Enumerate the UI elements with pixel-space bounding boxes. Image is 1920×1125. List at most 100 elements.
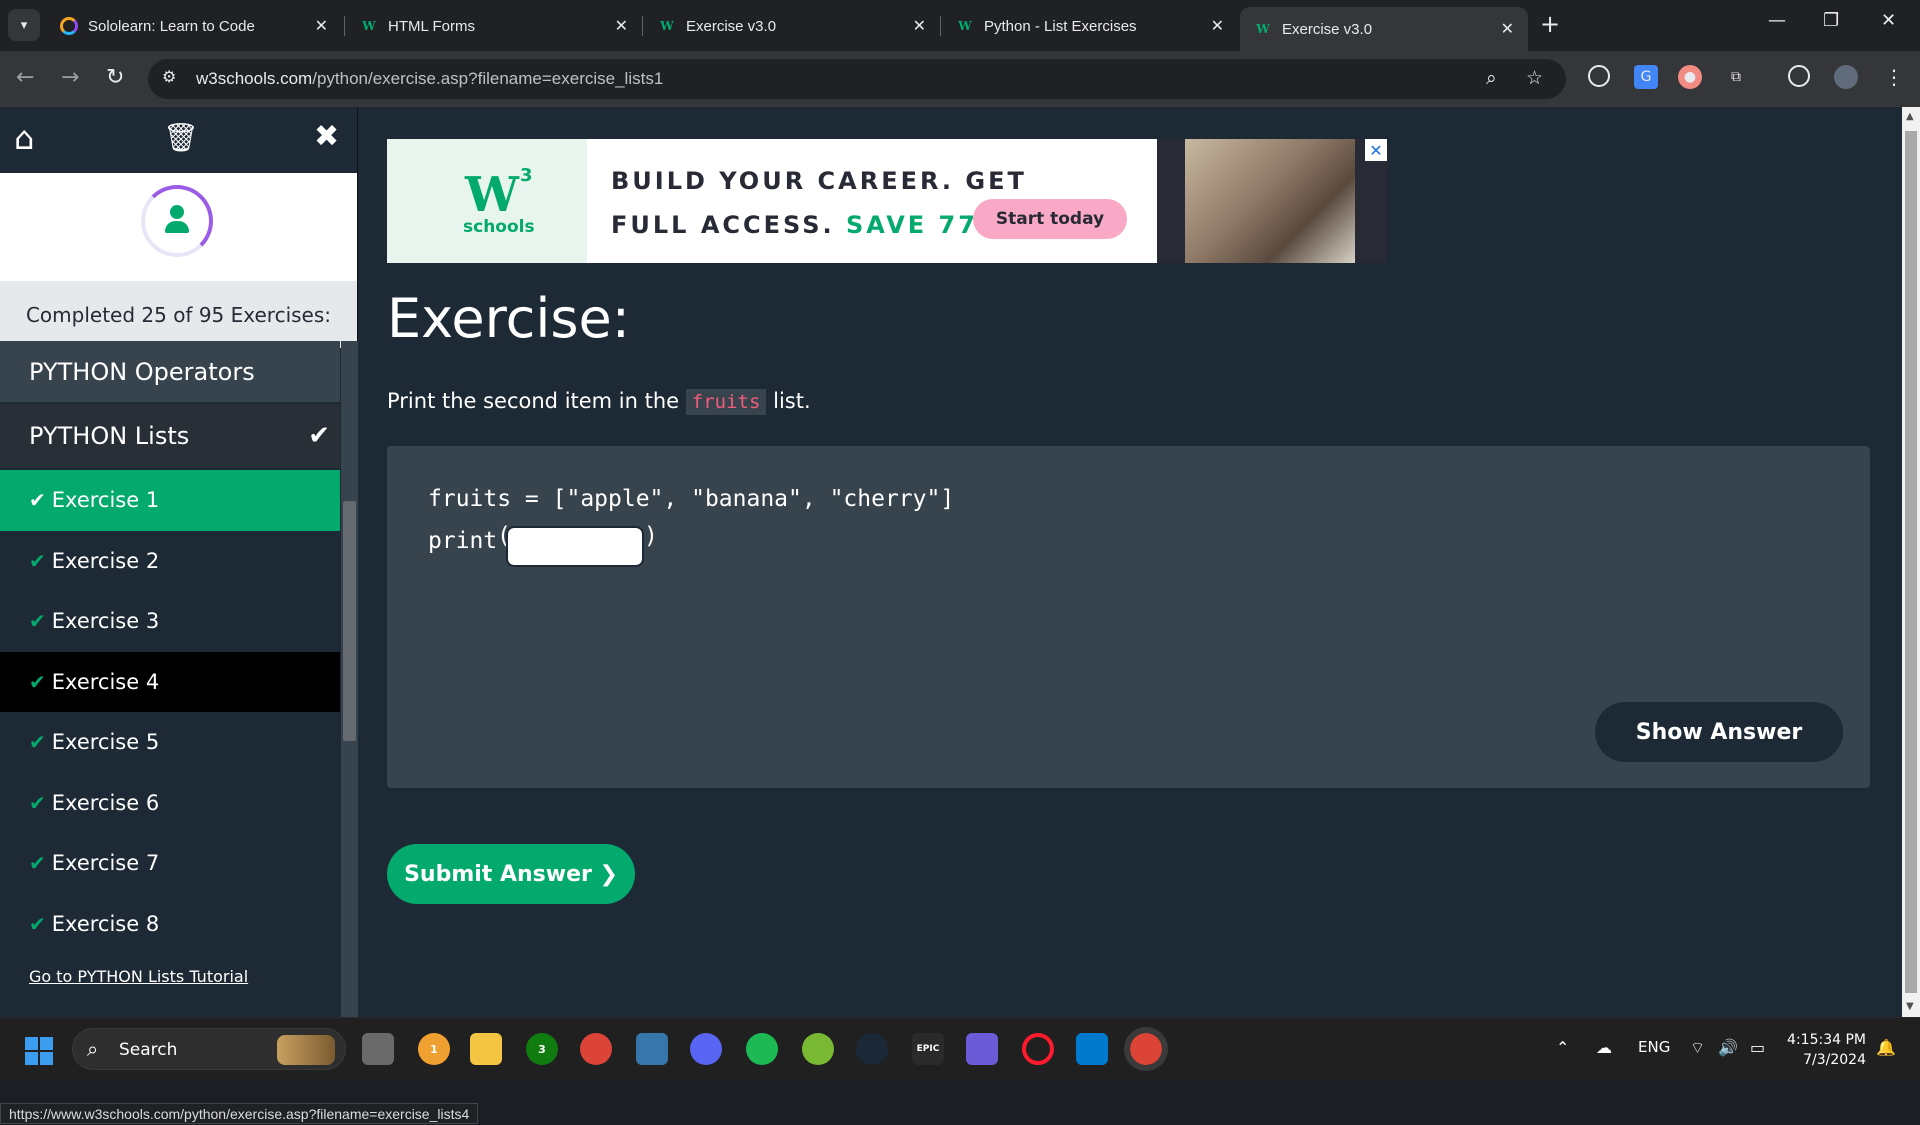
sidebar-scrollbar[interactable] <box>341 341 358 1017</box>
ad-close-icon[interactable]: ✕ <box>1365 139 1387 161</box>
close-icon[interactable]: ✖ <box>314 119 339 154</box>
battery-icon[interactable]: ▭ <box>1750 1038 1765 1057</box>
xbox-icon[interactable]: 3 <box>526 1033 558 1065</box>
onedrive-icon[interactable]: ☁ <box>1596 1038 1612 1057</box>
scrollbar-thumb[interactable] <box>343 501 356 741</box>
extension-icon[interactable]: ● <box>1678 65 1702 89</box>
reload-button[interactable]: ↻ <box>106 65 124 90</box>
home-icon[interactable]: ⌂ <box>14 119 34 157</box>
profile-avatar[interactable] <box>1834 65 1858 89</box>
spotify-icon[interactable] <box>746 1033 778 1065</box>
exercise-item-3[interactable]: ✔ Exercise 3 <box>0 591 340 652</box>
logo-mark: W <box>465 167 519 223</box>
python-icon[interactable] <box>636 1033 668 1065</box>
taskbar-search[interactable]: ⌕ Search <box>72 1028 346 1070</box>
exercise-list: PYTHON Operators PYTHON Lists ✔ ✔ Exercise… <box>0 341 340 954</box>
wifi-icon[interactable]: ⌔ <box>1690 1038 1705 1058</box>
forward-button[interactable]: → <box>61 65 79 90</box>
exercise-item-7[interactable]: ✔ Exercise 7 <box>0 833 340 894</box>
answer-input[interactable] <box>506 526 644 567</box>
tab-exercise-1[interactable]: W Exercise v3.0 ✕ <box>644 8 940 44</box>
browser-menu-icon[interactable]: ⋮ <box>1882 65 1906 89</box>
exercise-item-8[interactable]: ✔ Exercise 8 <box>0 893 340 954</box>
submit-answer-button[interactable]: Submit Answer ❯ <box>387 844 635 904</box>
performance-icon[interactable] <box>1588 65 1610 87</box>
game-controller-icon[interactable] <box>966 1033 998 1065</box>
exercise-item-6[interactable]: ✔ Exercise 6 <box>0 772 340 833</box>
system-clock[interactable]: 4:15:34 PM 7/3/2024 <box>1782 1030 1866 1070</box>
task-view-icon[interactable] <box>362 1033 394 1065</box>
scroll-down-icon[interactable]: ▼ <box>1906 1001 1914 1012</box>
close-paren: ) <box>644 523 658 549</box>
bookmark-star-icon[interactable]: ☆ <box>1526 67 1543 89</box>
chrome-active-icon[interactable] <box>1124 1027 1168 1071</box>
file-explorer-icon[interactable] <box>470 1033 502 1065</box>
discord-icon[interactable] <box>690 1033 722 1065</box>
sololearn-icon <box>60 17 78 35</box>
w3schools-icon: W <box>362 19 376 33</box>
address-bar[interactable]: ⚙ w3schools.com/python/exercise.asp?file… <box>148 59 1566 99</box>
close-icon[interactable]: ✕ <box>615 16 628 36</box>
code-line-2: print <box>428 528 498 554</box>
close-icon[interactable]: ✕ <box>1501 19 1514 39</box>
windows-start-icon[interactable] <box>25 1037 53 1065</box>
volume-icon[interactable]: 🔊 <box>1718 1038 1738 1057</box>
ad-headline-2: FULL ACCESS. SAVE 770$ <box>611 211 1017 239</box>
close-window-button[interactable]: ✕ <box>1881 10 1896 31</box>
ad-banner[interactable]: W 3 schools BUILD YOUR CAREER. GET FULL … <box>387 139 1387 263</box>
tab-title: Python - List Exercises <box>984 17 1137 35</box>
translate-extension-icon[interactable]: G <box>1634 65 1658 89</box>
check-icon: ✔ <box>29 609 46 634</box>
exercise-item-2[interactable]: ✔ Exercise 2 <box>0 530 340 591</box>
category-python-operators[interactable]: PYTHON Operators <box>0 341 340 404</box>
search-highlight-image <box>277 1035 335 1065</box>
chrome-icon[interactable] <box>580 1033 612 1065</box>
zoom-icon[interactable]: ⌕ <box>1486 67 1497 89</box>
tab-sololearn[interactable]: Sololearn: Learn to Code ✕ <box>46 8 342 44</box>
close-icon[interactable]: ✕ <box>1211 16 1224 36</box>
trash-icon[interactable]: 🗑 <box>163 121 199 154</box>
exercise-item-4[interactable]: ✔ Exercise 4 <box>0 651 340 712</box>
close-icon[interactable]: ✕ <box>913 16 926 36</box>
back-button[interactable]: ← <box>16 65 34 90</box>
page-scrollbar[interactable]: ▲ ▼ <box>1902 107 1920 1017</box>
opera-icon[interactable] <box>1022 1033 1054 1065</box>
restore-button[interactable]: ❐ <box>1823 10 1839 31</box>
tab-html-forms[interactable]: W HTML Forms ✕ <box>346 8 642 44</box>
url-text[interactable]: w3schools.com/python/exercise.asp?filena… <box>196 69 663 89</box>
exercise-label: Exercise 2 <box>51 548 160 573</box>
notification-bell-icon[interactable]: 🔔 <box>1876 1038 1896 1057</box>
scroll-up-icon[interactable]: ▲ <box>1906 111 1914 122</box>
epic-games-icon[interactable]: EPIC <box>912 1033 944 1065</box>
sync-icon[interactable] <box>1788 65 1810 87</box>
logo-text: schools <box>463 217 535 237</box>
new-tab-button[interactable]: + <box>1540 10 1560 38</box>
minimize-button[interactable]: — <box>1768 10 1786 31</box>
exercise-item-1[interactable]: ✔ Exercise 1 <box>0 470 340 531</box>
tab-title: Sololearn: Learn to Code <box>88 17 255 35</box>
tray-overflow-icon[interactable]: ⌃ <box>1556 1038 1569 1057</box>
url-domain: w3schools.com <box>196 69 313 88</box>
show-answer-button[interactable]: Show Answer <box>1595 702 1843 762</box>
close-icon[interactable]: ✕ <box>315 16 328 36</box>
tutorial-link[interactable]: Go to PYTHON Lists Tutorial <box>29 967 248 986</box>
puzzle-extensions-icon[interactable]: ⧉ <box>1724 65 1748 89</box>
exercise-label: Exercise 3 <box>51 609 160 634</box>
language-indicator[interactable]: ENG <box>1638 1038 1670 1056</box>
weather-widget-icon[interactable]: 1 <box>418 1033 450 1065</box>
w3schools-logo: W 3 schools <box>387 139 587 263</box>
category-python-lists[interactable]: PYTHON Lists ✔ <box>0 404 340 470</box>
steam-icon[interactable] <box>856 1033 888 1065</box>
tab-exercise-active[interactable]: W Exercise v3.0 ✕ <box>1240 7 1528 51</box>
check-icon: ✔ <box>29 851 46 876</box>
scrollbar-thumb[interactable] <box>1905 131 1917 993</box>
utorrent-icon[interactable] <box>802 1033 834 1065</box>
ad-cta-button[interactable]: Start today <box>973 199 1127 239</box>
tab-search-button[interactable]: ▾ <box>8 9 40 41</box>
vscode-icon[interactable] <box>1076 1033 1108 1065</box>
page-content: ⌂ 🗑 ✖ Completed 25 of 95 Exercises: PYTH… <box>0 107 1902 1124</box>
exercise-item-5[interactable]: ✔ Exercise 5 <box>0 712 340 773</box>
site-info-icon[interactable]: ⚙ <box>162 67 176 86</box>
tab-python-list-exercises[interactable]: W Python - List Exercises ✕ <box>942 8 1238 44</box>
exercise-sidebar: ⌂ 🗑 ✖ Completed 25 of 95 Exercises: PYTH… <box>0 107 358 1017</box>
